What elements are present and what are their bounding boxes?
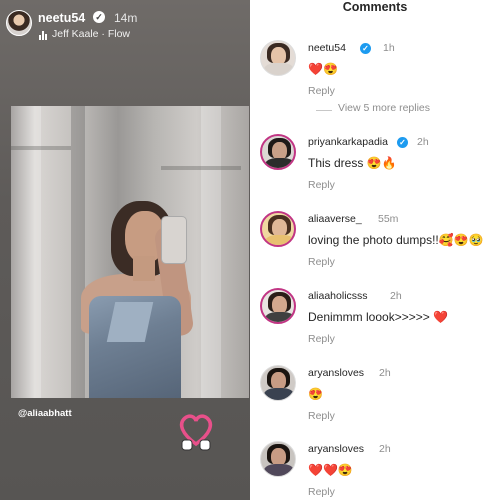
comment-username[interactable]: aryansloves xyxy=(308,367,364,379)
story-header: neetu54 ✓ 14m Jeff Kaale · Flow xyxy=(6,8,246,44)
story-photo xyxy=(11,106,249,398)
comment-username[interactable]: aliaaholicsss xyxy=(308,290,368,302)
avatar[interactable] xyxy=(260,365,296,401)
verified-icon: ✓ xyxy=(93,11,105,23)
comment-username[interactable]: neetu54 xyxy=(308,42,346,54)
avatar[interactable] xyxy=(260,134,296,170)
avatar[interactable] xyxy=(260,441,296,477)
story-time: 14m xyxy=(114,11,138,25)
view-more-replies[interactable]: View 5 more replies xyxy=(316,102,496,118)
comment-text: This dress 😍🔥 xyxy=(308,156,397,170)
comment-username[interactable]: priyankarkapadia xyxy=(308,136,388,148)
avatar[interactable] xyxy=(260,40,296,76)
comment-time: 2h xyxy=(379,367,391,379)
mention-tag[interactable]: @aliaabhatt xyxy=(18,408,72,419)
story-avatar[interactable] xyxy=(6,10,32,36)
comment-username[interactable]: aryansloves xyxy=(308,443,364,455)
comment-text: ❤️❤️😍 xyxy=(308,463,353,477)
comment-username[interactable]: aliaaverse_ xyxy=(308,213,362,225)
comment-item: priyankarkapadia ✓ 2h This dress 😍🔥 Repl… xyxy=(260,134,495,200)
comments-panel: Comments neetu54 ✓ 1h ❤️😍 Reply View 5 m… xyxy=(250,0,500,500)
comment-time: 2h xyxy=(390,290,402,302)
comment-time: 1h xyxy=(383,42,395,54)
comment-item: aryansloves 2h 😍 Reply xyxy=(260,365,495,431)
comment-item: aliaaverse_ 55m loving the photo dumps!!… xyxy=(260,211,495,277)
view-more-label[interactable]: View 5 more replies xyxy=(338,102,430,114)
story-panel[interactable]: neetu54 ✓ 14m Jeff Kaale · Flow @aliaabh… xyxy=(0,0,250,500)
heart-hands-icon[interactable] xyxy=(176,410,216,452)
verified-icon: ✓ xyxy=(397,137,408,148)
comment-text: Denimmm loook>>>>> ❤️ xyxy=(308,310,449,324)
comment-time: 55m xyxy=(378,213,399,225)
comment-item: neetu54 ✓ 1h ❤️😍 Reply xyxy=(260,40,495,106)
reply-button[interactable]: Reply xyxy=(308,410,335,422)
comment-item: aryansloves 2h ❤️❤️😍 Reply xyxy=(260,441,495,500)
comments-title: Comments xyxy=(342,0,408,14)
comment-text: loving the photo dumps!!🥰😍🥹 xyxy=(308,233,484,247)
avatar[interactable] xyxy=(260,211,296,247)
comment-time: 2h xyxy=(417,136,429,148)
reply-button[interactable]: Reply xyxy=(308,85,335,97)
verified-icon: ✓ xyxy=(360,43,371,54)
comment-text: 😍 xyxy=(308,387,323,401)
reply-button[interactable]: Reply xyxy=(308,179,335,191)
avatar[interactable] xyxy=(260,288,296,324)
comment-item: aliaaholicsss 2h Denimmm loook>>>>> ❤️ R… xyxy=(260,288,495,354)
comment-text: ❤️😍 xyxy=(308,62,338,76)
story-username[interactable]: neetu54 xyxy=(38,11,85,25)
comment-time: 2h xyxy=(379,443,391,455)
reply-button[interactable]: Reply xyxy=(308,256,335,268)
music-bars-icon xyxy=(39,30,49,40)
reply-button[interactable]: Reply xyxy=(308,486,335,498)
story-music-label[interactable]: Jeff Kaale · Flow xyxy=(52,28,130,40)
reply-button[interactable]: Reply xyxy=(308,333,335,345)
phone-icon xyxy=(161,216,187,264)
